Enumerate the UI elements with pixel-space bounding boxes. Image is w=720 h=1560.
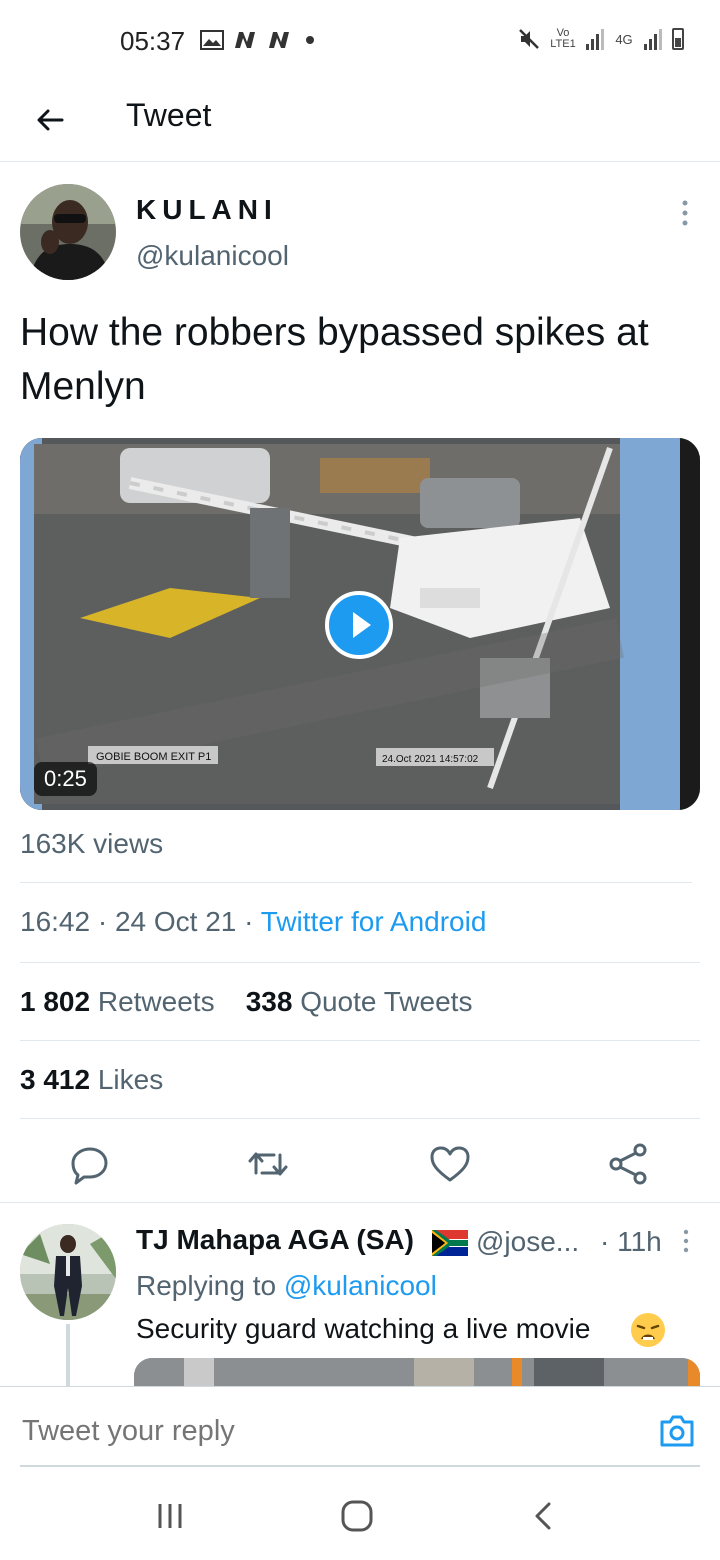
signal-icon	[644, 28, 662, 50]
reply-media[interactable]	[134, 1358, 700, 1388]
more-vertical-icon[interactable]	[676, 198, 694, 228]
retweet-icon[interactable]	[244, 1140, 292, 1188]
weary-face-emoji-icon	[631, 1313, 665, 1347]
likes-label: Likes	[97, 1064, 164, 1095]
author-name[interactable]: KULANI	[136, 194, 278, 226]
top-app-bar: Tweet	[0, 82, 720, 162]
battery-icon	[672, 28, 684, 50]
reply-text: Security guard watching a live movie	[136, 1313, 591, 1344]
composer-underline	[20, 1465, 700, 1467]
video-duration: 0:25	[34, 762, 97, 796]
volte-label: Vo LTE1	[550, 27, 576, 50]
author-handle[interactable]: @kulanicool	[136, 240, 289, 272]
tweet-actions	[0, 1130, 720, 1202]
tweet-video[interactable]: GOBIE BOOM EXIT P1 24.Oct 2021 14:57:02 …	[20, 438, 700, 810]
thread-connector	[66, 1324, 70, 1388]
reply-icon[interactable]	[66, 1140, 114, 1188]
signal-icon	[586, 28, 604, 50]
page-title: Tweet	[126, 97, 212, 133]
n-icon	[235, 32, 255, 48]
status-bar: 05:37 Vo LTE1 4G	[0, 0, 720, 82]
likes-stat[interactable]: 3 412 Likes	[20, 1064, 163, 1095]
tweet-source[interactable]: Twitter for Android	[261, 906, 487, 937]
reply-time: · 11h	[600, 1226, 662, 1257]
video-overlay-camera-label: GOBIE BOOM EXIT P1	[96, 751, 211, 763]
home-icon[interactable]	[337, 1496, 377, 1536]
likes-count: 3 412	[20, 1064, 91, 1095]
south-africa-flag-icon	[432, 1230, 468, 1256]
arrow-left-icon[interactable]	[30, 100, 70, 140]
mute-icon	[519, 29, 539, 49]
more-vertical-icon[interactable]	[680, 1228, 692, 1254]
play-button[interactable]	[325, 591, 393, 659]
replying-mention[interactable]: @kulanicool	[284, 1270, 437, 1301]
quotes-count: 338	[245, 986, 293, 1017]
system-navigation-bar	[0, 1468, 720, 1560]
status-notification-icons	[200, 30, 314, 50]
like-icon[interactable]	[426, 1140, 474, 1188]
divider	[20, 1040, 700, 1041]
retweets-stat[interactable]: 1 802 Retweets	[20, 986, 215, 1017]
reply-composer	[0, 1386, 720, 1468]
retweets-label: Retweets	[97, 986, 215, 1017]
reply-input[interactable]	[22, 1415, 622, 1448]
divider	[0, 1202, 720, 1203]
divider	[20, 962, 700, 963]
separator-dot: ·	[244, 906, 261, 937]
status-time: 05:37	[120, 26, 186, 56]
divider	[20, 1118, 700, 1119]
author-avatar[interactable]	[20, 184, 116, 280]
reply-author-handle[interactable]: @jose...	[476, 1226, 579, 1258]
quotes-label: Quote Tweets	[300, 986, 473, 1017]
play-icon	[353, 612, 371, 638]
view-count: 163K views	[20, 828, 164, 859]
4g-label: 4G	[615, 31, 633, 47]
recent-apps-icon[interactable]	[150, 1496, 190, 1536]
tweet-date: 24 Oct 21	[114, 906, 237, 937]
share-icon[interactable]	[604, 1140, 652, 1188]
status-system-icons: Vo LTE1 4G	[518, 28, 684, 50]
replying-prefix: Replying to	[136, 1270, 277, 1301]
reply-avatar[interactable]	[20, 1224, 116, 1320]
video-overlay-timestamp: 24.Oct 2021 14:57:02	[382, 754, 479, 765]
tweet-time: 16:42	[20, 906, 91, 937]
image-icon	[200, 30, 224, 50]
reply-author-name[interactable]: TJ Mahapa AGA (SA)	[136, 1224, 414, 1256]
replying-to: Replying to @kulanicool	[136, 1270, 437, 1302]
dot-icon	[306, 36, 314, 44]
divider	[20, 882, 692, 883]
tweet-text: How the robbers bypassed spikes at Menly…	[20, 311, 649, 408]
retweets-count: 1 802	[20, 986, 91, 1017]
camera-icon[interactable]	[658, 1413, 696, 1449]
n-icon	[269, 32, 289, 48]
back-nav-icon[interactable]	[524, 1496, 564, 1536]
engagement-row: 1 802 Retweets 338 Quote Tweets	[20, 986, 472, 1018]
separator-dot: ·	[97, 906, 115, 937]
tweet-timestamp: 16:42 · 24 Oct 21 · Twitter for Android	[20, 906, 486, 938]
quote-tweets-stat[interactable]: 338 Quote Tweets	[246, 986, 473, 1017]
likes-row: 3 412 Likes	[20, 1064, 163, 1096]
